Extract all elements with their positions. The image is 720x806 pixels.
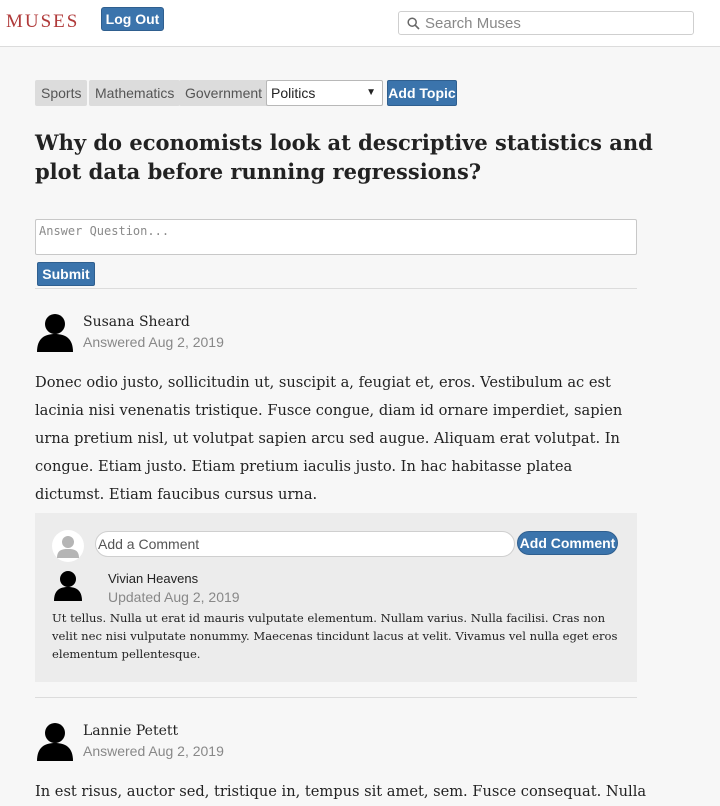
logout-button[interactable]: Log Out (101, 7, 164, 31)
divider (35, 697, 637, 698)
topic-tag-mathematics[interactable]: Mathematics (89, 80, 181, 106)
comment-text: Ut tellus. Nulla ut erat id mauris vulpu… (52, 611, 618, 661)
divider (35, 288, 637, 289)
default-avatar-icon (52, 530, 84, 562)
topic-tag-government[interactable]: Government (179, 80, 269, 106)
answer-input[interactable] (35, 219, 637, 255)
top-navbar: MUSES Log Out (0, 0, 720, 47)
add-topic-button[interactable]: Add Topic (387, 80, 457, 106)
user-avatar-icon[interactable] (35, 312, 75, 352)
topic-select[interactable]: Politics ▼ (266, 80, 383, 106)
search-box[interactable] (398, 11, 694, 35)
answer-author[interactable]: Lannie Petett (83, 723, 178, 739)
comment-date: Updated Aug 2, 2019 (108, 589, 240, 605)
question-title: Why do economists look at descriptive st… (35, 130, 653, 184)
add-comment-button[interactable]: Add Comment (517, 531, 618, 555)
topic-tag-sports[interactable]: Sports (35, 80, 88, 106)
answer-date: Answered Aug 2, 2019 (83, 334, 224, 350)
comment-input[interactable] (95, 531, 515, 557)
user-avatar-icon[interactable] (35, 721, 75, 761)
comment-author[interactable]: Vivian Heavens (108, 571, 198, 586)
caret-down-icon: ▼ (366, 87, 376, 98)
search-icon (407, 17, 420, 30)
search-input[interactable] (425, 14, 687, 32)
answer-date: Answered Aug 2, 2019 (83, 743, 224, 759)
answer-body: In est risus, auctor sed, tristique in, … (35, 783, 647, 800)
answer-author[interactable]: Susana Sheard (83, 314, 190, 330)
muses-logo[interactable]: MUSES (6, 11, 79, 33)
submit-answer-button[interactable]: Submit (37, 262, 95, 286)
answer-body: Donec odio justo, sollicitudin ut, susci… (35, 374, 623, 503)
topic-select-value: Politics (271, 85, 316, 101)
user-avatar-icon[interactable] (52, 569, 84, 601)
